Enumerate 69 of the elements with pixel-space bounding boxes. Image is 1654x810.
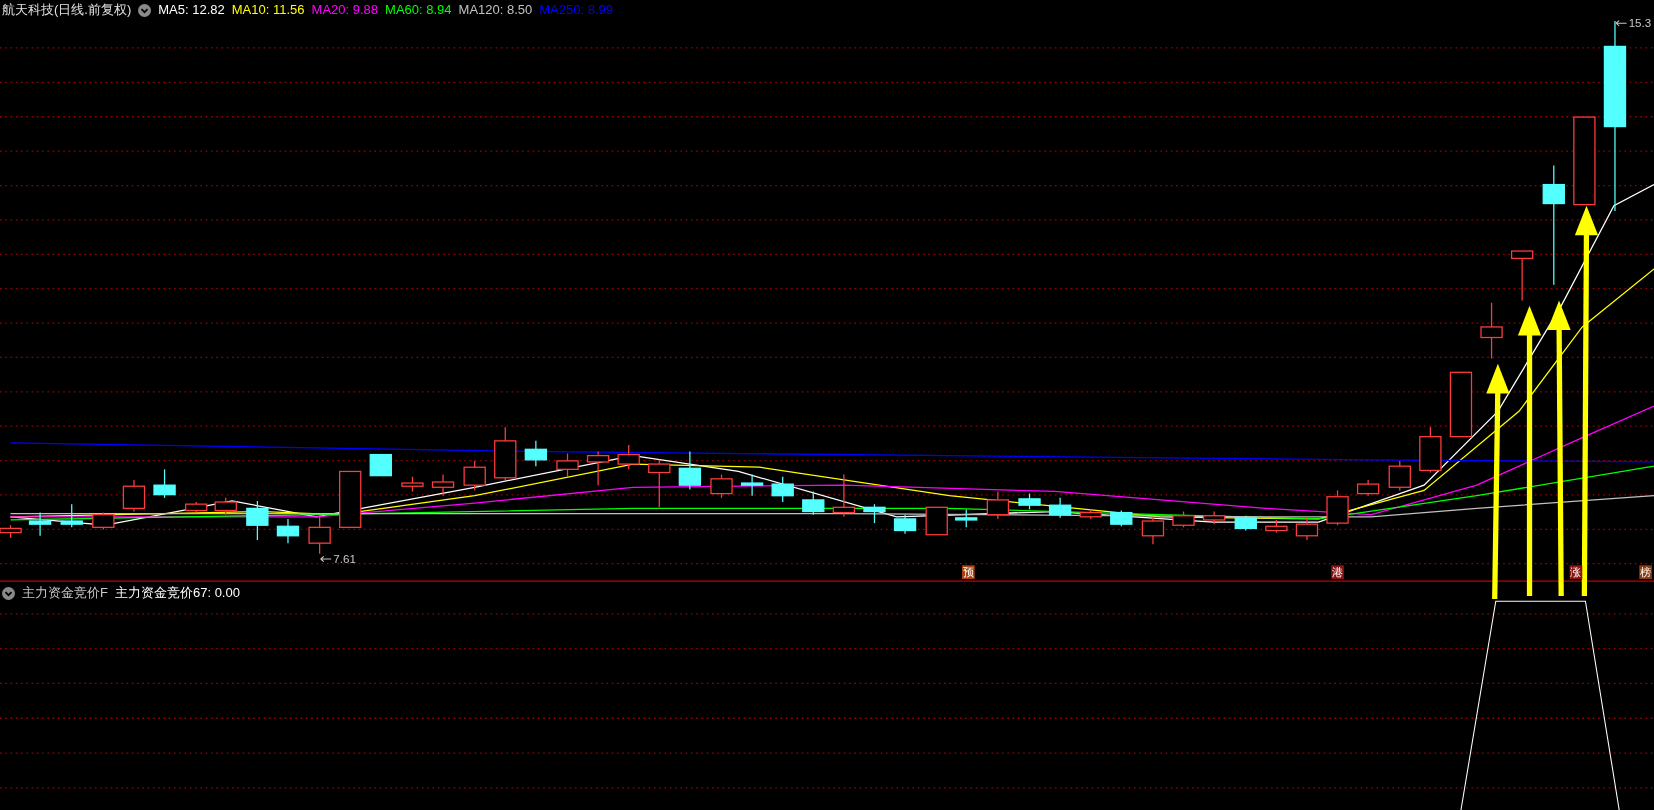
pointer-icon bbox=[320, 555, 332, 563]
candlestick bbox=[771, 476, 794, 503]
candlestick bbox=[832, 473, 856, 518]
candlestick bbox=[1079, 508, 1102, 520]
candlestick bbox=[1172, 510, 1195, 528]
candlestick bbox=[92, 511, 115, 531]
candlestick bbox=[1202, 510, 1226, 525]
candlestick bbox=[1110, 509, 1133, 527]
signal-tag: 榜 bbox=[1639, 565, 1652, 580]
candlestick bbox=[122, 479, 146, 513]
ma-legend: MA20: 9.88 bbox=[311, 0, 379, 20]
candlestick bbox=[246, 500, 269, 541]
candlestick bbox=[1419, 426, 1442, 474]
ma-legend: MA10: 11.56 bbox=[231, 0, 305, 20]
candlestick bbox=[986, 490, 1010, 520]
candlestick bbox=[276, 518, 300, 544]
candlestick bbox=[185, 501, 208, 514]
candlestick bbox=[955, 508, 978, 528]
ma-legend: MA250: 8.99 bbox=[539, 0, 613, 20]
candlestick bbox=[1265, 519, 1288, 534]
candlestick bbox=[401, 476, 424, 493]
ma-legend: MA60: 8.94 bbox=[385, 0, 452, 20]
candlestick bbox=[678, 450, 702, 490]
collapse-icon[interactable] bbox=[138, 3, 152, 17]
candlestick bbox=[893, 514, 917, 535]
candlestick bbox=[1480, 302, 1503, 360]
candlestick bbox=[1295, 516, 1319, 541]
candlestick bbox=[1048, 497, 1072, 519]
signal-tag: 预 bbox=[962, 565, 975, 580]
price-label: 15.3 bbox=[1628, 16, 1652, 30]
candlestick bbox=[648, 459, 671, 508]
candlestick bbox=[60, 503, 83, 528]
candlestick bbox=[863, 503, 886, 524]
chart-title: 航天科技(日线.前复权) bbox=[2, 1, 132, 20]
candlestick bbox=[740, 473, 764, 497]
candlestick bbox=[463, 460, 486, 492]
candlestick bbox=[617, 444, 640, 470]
candlestick bbox=[925, 506, 948, 536]
candlestick bbox=[308, 514, 331, 555]
candlestick bbox=[369, 453, 392, 477]
indicator-value: 主力资金竞价67: 0.00 bbox=[114, 584, 240, 603]
candlestick bbox=[153, 468, 176, 499]
candlestick bbox=[339, 470, 362, 528]
candlestick bbox=[1356, 479, 1380, 497]
ma-legend: MA5: 12.82 bbox=[158, 0, 225, 20]
candlestick bbox=[1326, 489, 1349, 526]
candlestick bbox=[586, 450, 610, 486]
candlestick bbox=[710, 473, 733, 499]
pointer-icon bbox=[1615, 20, 1628, 27]
candlestick bbox=[1388, 460, 1411, 492]
indicator-name: 主力资金竞价F bbox=[22, 584, 108, 603]
signal-tag: 涨 bbox=[1569, 565, 1583, 580]
ma-legend: MA120: 8.50 bbox=[458, 0, 533, 20]
candlestick bbox=[1141, 516, 1165, 545]
candlestick bbox=[556, 452, 579, 478]
candlestick bbox=[802, 490, 825, 516]
candlestick bbox=[1018, 492, 1041, 511]
candlestick bbox=[1449, 371, 1473, 438]
candlestick bbox=[494, 426, 517, 481]
collapse-icon[interactable] bbox=[2, 586, 15, 600]
candlestick bbox=[1234, 515, 1257, 532]
candlestick bbox=[214, 497, 237, 516]
candlestick bbox=[431, 473, 455, 497]
candlestick bbox=[524, 440, 548, 467]
candlestick bbox=[28, 511, 52, 537]
price-label: 7.61 bbox=[333, 552, 356, 566]
candlestick bbox=[1510, 250, 1534, 302]
candlestick bbox=[0, 524, 22, 539]
signal-tag: 港 bbox=[1331, 565, 1344, 580]
